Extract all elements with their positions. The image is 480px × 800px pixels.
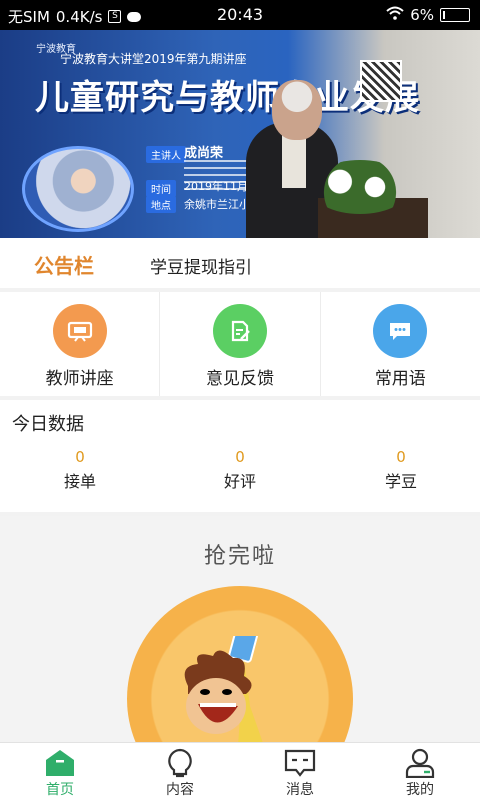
edit-icon [212, 304, 267, 358]
tab-label: 内容 [166, 782, 194, 798]
banner-subtitle: 宁波教育大讲堂2019年第九期讲座 [60, 52, 247, 66]
bulb-icon [168, 748, 192, 778]
quick-action-lectures[interactable]: 教师讲座 [0, 292, 161, 396]
home-icon [46, 750, 74, 776]
bottom-tab-bar: 首页 内容 消息 我的 [0, 742, 480, 800]
speaker-name: 成尚荣 [184, 146, 224, 161]
stat-value: 0 [235, 448, 245, 466]
place-label: 地点 [146, 196, 176, 213]
stat-label: 学豆 [384, 472, 417, 491]
stat-orders[interactable]: 0 接单 [40, 448, 120, 492]
profile-icon [405, 748, 435, 778]
stat-value: 0 [75, 448, 85, 466]
banner-image[interactable]: 宁波教育 宁波教育大讲堂2019年第九期讲座 儿童研究与教师专业发展 主讲人 成… [0, 30, 480, 238]
stat-beans[interactable]: 0 学豆 [361, 448, 441, 492]
tab-label: 消息 [286, 782, 314, 798]
date-label: 时间 [146, 180, 176, 197]
quick-action-label: 常用语 [374, 369, 426, 389]
speaker-portrait [22, 146, 134, 232]
status-bar: 无SIM 0.4K/s S 20:43 6% [0, 0, 480, 30]
tab-profile[interactable]: 我的 [360, 743, 480, 800]
empty-state-message: 抢完啦 [203, 544, 276, 569]
message-icon [284, 749, 316, 777]
today-data-title: 今日数据 [12, 414, 84, 435]
tv-icon [52, 304, 107, 358]
notice-tag: 公告栏 [34, 254, 94, 278]
presenter-head [272, 80, 322, 140]
laughing-boy-illustration [184, 636, 263, 742]
quick-action-phrases[interactable]: 常用语 [321, 292, 480, 396]
quick-actions: 教师讲座 意见反馈 常用语 [0, 292, 480, 396]
stat-label: 好评 [223, 472, 256, 491]
notice-text[interactable]: 学豆提现指引 [150, 253, 252, 278]
tab-label: 首页 [46, 782, 74, 798]
tab-label: 我的 [406, 782, 434, 798]
status-right: 6% [386, 6, 470, 24]
quick-action-label: 意见反馈 [205, 369, 274, 389]
wifi-icon [386, 6, 404, 24]
qr-code-icon [360, 60, 402, 102]
speaker-label: 主讲人 [146, 146, 186, 163]
tab-messages[interactable]: 消息 [240, 743, 360, 800]
flower-arrangement [310, 160, 410, 214]
tab-content[interactable]: 内容 [120, 743, 240, 800]
tab-home[interactable]: 首页 [0, 743, 120, 800]
stat-good-reviews[interactable]: 0 好评 [200, 448, 280, 492]
quick-action-feedback[interactable]: 意见反馈 [160, 292, 321, 396]
stat-value: 0 [396, 448, 406, 466]
notice-bar[interactable]: 公告栏 学豆提现指引 [0, 238, 480, 288]
battery-percent: 6% [410, 6, 434, 24]
stat-label: 接单 [63, 472, 96, 491]
today-data-panel: 今日数据 0 接单 0 好评 0 学豆 [0, 400, 480, 512]
empty-state: 抢完啦 [0, 516, 480, 742]
chat-icon [373, 304, 428, 358]
quick-action-label: 教师讲座 [45, 369, 114, 389]
battery-icon [440, 8, 470, 22]
